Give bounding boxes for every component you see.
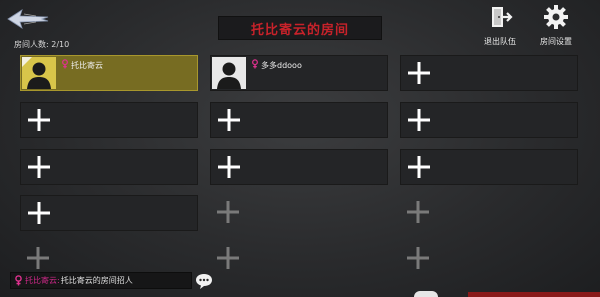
female-icon xyxy=(15,275,22,286)
add-player-button xyxy=(210,195,246,229)
add-player-button[interactable] xyxy=(401,103,437,137)
plus-icon xyxy=(408,156,430,178)
exit-team-label: 退出队伍 xyxy=(484,37,516,46)
plus-icon xyxy=(218,109,240,131)
open-slot[interactable] xyxy=(210,149,388,185)
player-name: 托比寄云 xyxy=(71,60,103,70)
room-settings-label: 房间设置 xyxy=(540,37,572,46)
plus-icon xyxy=(28,202,50,224)
locked-slot xyxy=(400,241,578,277)
add-player-button[interactable] xyxy=(211,103,247,137)
open-slot[interactable] xyxy=(400,149,578,185)
room-title: 托比寄云的房间 xyxy=(250,22,349,38)
plus-icon xyxy=(217,247,239,269)
host-badge-icon xyxy=(22,57,32,67)
add-player-button[interactable] xyxy=(21,150,57,184)
avatar xyxy=(22,57,56,89)
plus-icon xyxy=(408,62,430,84)
plus-icon xyxy=(28,156,50,178)
avatar xyxy=(212,57,246,89)
player-slot[interactable]: 多多ddooo xyxy=(210,55,388,91)
open-slot[interactable] xyxy=(20,195,198,231)
gear-icon xyxy=(544,5,568,29)
plus-icon xyxy=(407,247,429,269)
plus-icon xyxy=(408,109,430,131)
chat-button[interactable] xyxy=(194,272,214,290)
plus-icon xyxy=(218,156,240,178)
open-slot[interactable] xyxy=(400,55,578,91)
exit-door-icon xyxy=(492,7,513,27)
player-name: 多多ddooo xyxy=(261,60,302,70)
back-button[interactable] xyxy=(6,6,50,32)
add-player-button xyxy=(400,195,436,229)
open-slot[interactable] xyxy=(20,149,198,185)
plus-icon xyxy=(217,201,239,223)
chat-message: 托比寄云的房间招人 xyxy=(60,276,133,285)
add-player-button xyxy=(210,241,246,275)
add-player-button[interactable] xyxy=(21,196,57,230)
open-slot[interactable] xyxy=(20,102,198,138)
room-count-label: 房间人数: 2/10 xyxy=(14,40,70,49)
bottom-decoration xyxy=(414,291,438,297)
add-player-button[interactable] xyxy=(211,150,247,184)
add-player-button[interactable] xyxy=(401,56,437,90)
player-slot[interactable]: 托比寄云 xyxy=(20,55,198,91)
room-settings-button[interactable]: 房间设置 xyxy=(536,4,576,47)
chat-bar[interactable]: 托比寄云: 托比寄云的房间招人 xyxy=(10,272,192,289)
locked-slot xyxy=(400,195,578,231)
room-title-bar: 托比寄云的房间 xyxy=(218,16,382,40)
plus-icon xyxy=(407,201,429,223)
add-player-button xyxy=(20,241,56,275)
exit-team-button[interactable]: 退出队伍 xyxy=(480,4,520,47)
female-icon xyxy=(251,59,259,71)
plus-icon xyxy=(28,109,50,131)
locked-slot xyxy=(210,195,388,231)
chat-sender: 托比寄云: xyxy=(25,276,60,285)
open-slot[interactable] xyxy=(210,102,388,138)
bottom-red-bar xyxy=(468,292,600,297)
chat-bubble-icon xyxy=(196,274,212,289)
add-player-button xyxy=(400,241,436,275)
locked-slot xyxy=(210,241,388,277)
plus-icon xyxy=(27,247,49,269)
add-player-button[interactable] xyxy=(401,150,437,184)
add-player-button[interactable] xyxy=(21,103,57,137)
back-arrow-icon xyxy=(7,9,49,29)
open-slot[interactable] xyxy=(400,102,578,138)
female-icon xyxy=(61,59,69,71)
